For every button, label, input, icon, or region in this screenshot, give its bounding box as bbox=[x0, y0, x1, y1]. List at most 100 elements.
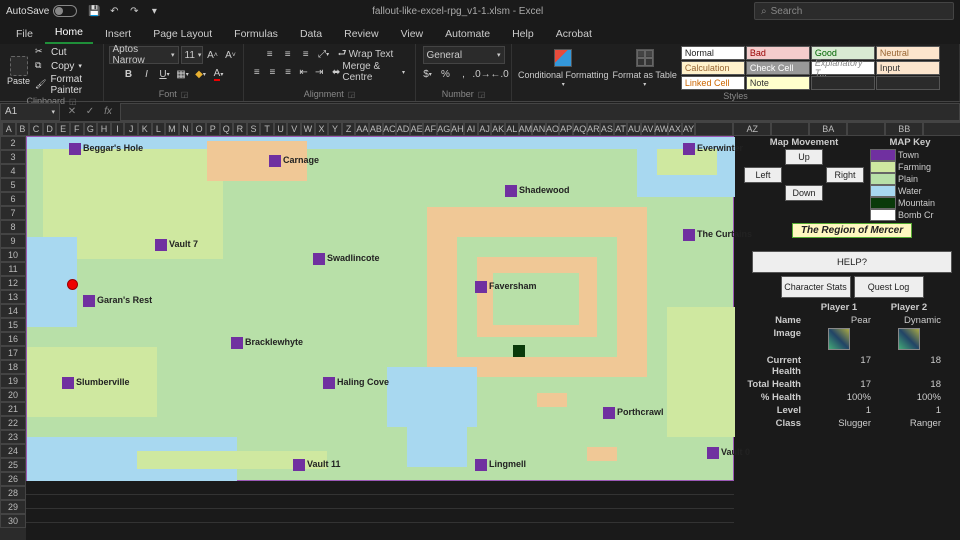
col-header[interactable]: BA bbox=[809, 122, 847, 136]
tab-home[interactable]: Home bbox=[45, 22, 93, 44]
row-header[interactable]: 13 bbox=[0, 290, 26, 304]
col-header[interactable]: W bbox=[301, 122, 315, 136]
cell-styles-gallery[interactable]: NormalBadGoodNeutralCalculationCheck Cel… bbox=[681, 46, 940, 90]
town-marker[interactable] bbox=[707, 447, 719, 459]
col-header[interactable]: I bbox=[111, 122, 125, 136]
col-header[interactable]: AC bbox=[383, 122, 397, 136]
row-header[interactable]: 7 bbox=[0, 206, 26, 220]
town-marker[interactable] bbox=[83, 295, 95, 307]
copy-button[interactable]: Copy ▾ bbox=[35, 60, 97, 72]
style-input[interactable]: Input bbox=[876, 61, 940, 75]
col-header[interactable]: AW bbox=[655, 122, 669, 136]
increase-decimal-icon[interactable]: .0→ bbox=[474, 66, 490, 82]
align-center-icon[interactable]: ≡ bbox=[266, 64, 280, 80]
row-header[interactable]: 18 bbox=[0, 360, 26, 374]
row-header[interactable]: 22 bbox=[0, 416, 26, 430]
number-format-select[interactable]: General▾ bbox=[423, 46, 505, 64]
format-as-table-button[interactable]: Format as Table ▾ bbox=[613, 46, 677, 88]
row-header[interactable]: 29 bbox=[0, 500, 26, 514]
enter-formula-icon[interactable]: ✓ bbox=[82, 106, 98, 117]
col-header[interactable]: J bbox=[124, 122, 138, 136]
col-header[interactable]: AP bbox=[559, 122, 573, 136]
style-check-cell[interactable]: Check Cell bbox=[746, 61, 810, 75]
align-bottom-icon[interactable]: ≡ bbox=[298, 46, 314, 62]
align-top-icon[interactable]: ≡ bbox=[262, 46, 278, 62]
save-icon[interactable]: 💾 bbox=[87, 4, 101, 18]
col-header[interactable]: L bbox=[152, 122, 166, 136]
tab-automate[interactable]: Automate bbox=[435, 24, 500, 44]
row-header[interactable]: 6 bbox=[0, 192, 26, 206]
col-header[interactable] bbox=[923, 122, 960, 136]
col-header[interactable]: AQ bbox=[573, 122, 587, 136]
help-button[interactable]: HELP? bbox=[752, 251, 952, 273]
col-header[interactable]: AY bbox=[682, 122, 696, 136]
col-header[interactable]: U bbox=[274, 122, 288, 136]
row-header[interactable]: 4 bbox=[0, 164, 26, 178]
col-header[interactable]: N bbox=[179, 122, 193, 136]
tab-acrobat[interactable]: Acrobat bbox=[546, 24, 602, 44]
qat-dropdown-icon[interactable]: ▾ bbox=[147, 4, 161, 18]
clipboard-launcher-icon[interactable]: ◲ bbox=[69, 97, 77, 106]
style-note[interactable]: Note bbox=[746, 76, 810, 90]
row-header[interactable]: 8 bbox=[0, 220, 26, 234]
indent-decrease-icon[interactable]: ⇤ bbox=[297, 64, 311, 80]
col-header[interactable]: Q bbox=[220, 122, 234, 136]
town-marker[interactable] bbox=[475, 281, 487, 293]
col-header[interactable]: E bbox=[56, 122, 70, 136]
col-header[interactable]: AU bbox=[627, 122, 641, 136]
col-header[interactable]: AZ bbox=[733, 122, 771, 136]
row-header[interactable]: 12 bbox=[0, 276, 26, 290]
move-down-button[interactable]: Down bbox=[785, 185, 823, 201]
decrease-decimal-icon[interactable]: ←.0 bbox=[492, 66, 508, 82]
align-left-icon[interactable]: ≡ bbox=[250, 64, 264, 80]
conditional-formatting-button[interactable]: Conditional Formatting ▾ bbox=[518, 46, 609, 88]
undo-icon[interactable]: ↶ bbox=[107, 4, 121, 18]
col-header[interactable]: AM bbox=[519, 122, 533, 136]
alignment-launcher-icon[interactable]: ◲ bbox=[348, 90, 356, 99]
col-header[interactable]: B bbox=[16, 122, 30, 136]
col-header[interactable]: AK bbox=[491, 122, 505, 136]
town-marker[interactable] bbox=[293, 459, 305, 471]
row-header[interactable]: 19 bbox=[0, 374, 26, 388]
row-header[interactable]: 17 bbox=[0, 346, 26, 360]
col-header[interactable]: AO bbox=[546, 122, 560, 136]
row-header[interactable]: 26 bbox=[0, 472, 26, 486]
col-header[interactable]: AF bbox=[423, 122, 437, 136]
fx-icon[interactable]: fx bbox=[100, 106, 116, 117]
accounting-button[interactable]: $▾ bbox=[420, 66, 436, 82]
row-header[interactable]: 23 bbox=[0, 430, 26, 444]
row-header[interactable]: 10 bbox=[0, 248, 26, 262]
town-marker[interactable] bbox=[155, 239, 167, 251]
col-header[interactable]: AL bbox=[505, 122, 519, 136]
col-header[interactable]: R bbox=[233, 122, 247, 136]
row-header[interactable]: 20 bbox=[0, 388, 26, 402]
col-header[interactable]: AS bbox=[600, 122, 614, 136]
font-size-select[interactable]: 11▾ bbox=[181, 46, 203, 64]
col-header[interactable]: X bbox=[315, 122, 329, 136]
col-header[interactable]: AE bbox=[410, 122, 424, 136]
col-header[interactable]: P bbox=[206, 122, 220, 136]
town-marker[interactable] bbox=[62, 377, 74, 389]
row-header[interactable]: 5 bbox=[0, 178, 26, 192]
town-marker[interactable] bbox=[603, 407, 615, 419]
col-header[interactable]: H bbox=[97, 122, 111, 136]
col-header[interactable]: M bbox=[165, 122, 179, 136]
col-header[interactable]: AR bbox=[587, 122, 601, 136]
align-middle-icon[interactable]: ≡ bbox=[280, 46, 296, 62]
col-header[interactable]: BB bbox=[885, 122, 923, 136]
row-header[interactable]: 30 bbox=[0, 514, 26, 528]
style-explanatory-t-[interactable]: Explanatory T... bbox=[811, 61, 875, 75]
col-header[interactable] bbox=[847, 122, 885, 136]
number-launcher-icon[interactable]: ◲ bbox=[478, 90, 486, 99]
col-header[interactable] bbox=[771, 122, 809, 136]
col-header[interactable]: Z bbox=[342, 122, 356, 136]
bold-button[interactable]: B bbox=[121, 66, 137, 82]
style-bad[interactable]: Bad bbox=[746, 46, 810, 60]
percent-button[interactable]: % bbox=[438, 66, 454, 82]
col-header[interactable]: AG bbox=[437, 122, 451, 136]
town-marker[interactable] bbox=[323, 377, 335, 389]
col-header[interactable]: AH bbox=[451, 122, 465, 136]
row-header[interactable]: 16 bbox=[0, 332, 26, 346]
row-header[interactable]: 28 bbox=[0, 486, 26, 500]
row-header[interactable]: 24 bbox=[0, 444, 26, 458]
